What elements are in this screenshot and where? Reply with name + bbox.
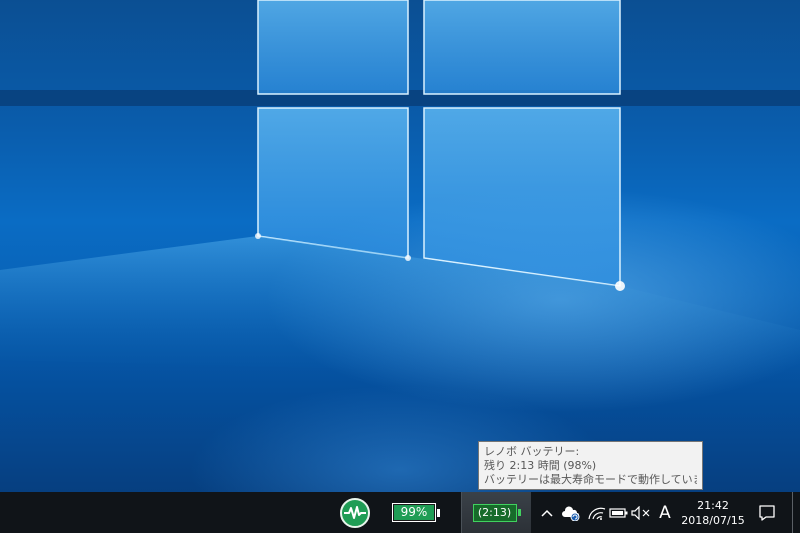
battery-meter-icon: 99% — [392, 503, 436, 522]
heartbeat-icon — [340, 497, 370, 528]
battery-time-icon: (2:13) — [472, 503, 517, 522]
show-desktop-button[interactable] — [792, 492, 793, 533]
battery-meter-tip — [437, 508, 440, 517]
windows-logo-wallpaper — [0, 0, 800, 380]
battery-meter-label: 99% — [400, 505, 428, 519]
battery-time-label: (2:13) — [477, 505, 512, 519]
chevron-up-icon[interactable] — [536, 492, 558, 533]
battery-icon[interactable] — [608, 492, 630, 533]
wifi-icon[interactable] — [586, 492, 608, 533]
taskbar: 99% (2:13) A 21:42 2018/07/15 — [0, 492, 800, 533]
battery-time-button[interactable]: (2:13) — [461, 492, 531, 533]
clock-time: 21:42 — [697, 498, 729, 512]
clock[interactable]: 21:42 2018/07/15 — [680, 492, 746, 533]
onedrive-sync-icon[interactable] — [560, 492, 582, 533]
battery-tooltip: レノボ バッテリー: 残り 2:13 時間 (98%) バッテリーは最大寿命モー… — [478, 441, 703, 490]
tooltip-line-remaining: 残り 2:13 時間 (98%) — [484, 459, 597, 472]
notification-icon — [759, 504, 775, 521]
desktop-wallpaper: レノボ バッテリー: 残り 2:13 時間 (98%) バッテリーは最大寿命モー… — [0, 0, 800, 492]
clock-date: 2018/07/15 — [681, 513, 745, 527]
ime-mode-indicator[interactable]: A — [654, 492, 676, 533]
volume-muted-icon[interactable] — [630, 492, 652, 533]
system-monitor-button[interactable] — [336, 492, 374, 533]
battery-time-tip — [517, 509, 521, 516]
tooltip-line-title: レノボ バッテリー: — [484, 445, 580, 458]
tooltip-line-mode: バッテリーは最大寿命モードで動作しています。 — [484, 473, 697, 486]
battery-meter-button[interactable]: 99% — [390, 492, 442, 533]
action-center-button[interactable] — [752, 492, 782, 533]
